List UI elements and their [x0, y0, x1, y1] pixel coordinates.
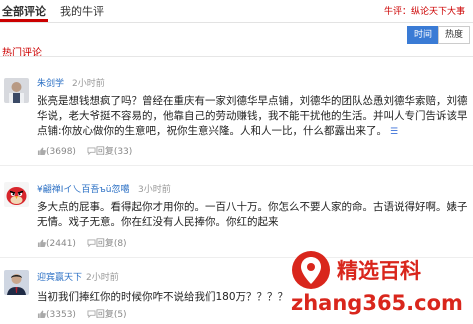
site-watermark: 精选百科 zhang365.com	[285, 246, 473, 320]
like-button[interactable]: (3698)	[37, 147, 76, 157]
comment-tabs: 全部评论 我的牛评 牛评：纵论天下大事	[0, 0, 473, 23]
reply-icon	[87, 310, 96, 318]
reply-button[interactable]: 回复(5)	[87, 307, 127, 320]
username[interactable]: 迎宾赢天下	[37, 270, 82, 283]
username[interactable]: ¥翩禅Ⅰイ乀百吾ъü忽噶	[37, 182, 129, 195]
avatar[interactable]	[4, 270, 29, 295]
watermark-brand: 精选百科	[337, 259, 421, 283]
reply-button[interactable]: 回复(8)	[87, 236, 127, 249]
timestamp: 2小时前	[86, 273, 119, 283]
comment-text: 张亮是想钱想疯了吗？曾经在重庆有一家刘德华早点铺，刘德华的团队怂恿刘德华索赔，刘…	[37, 95, 468, 137]
user-avatar-icon	[4, 270, 29, 295]
sort-by-time-button[interactable]: 时间	[407, 26, 439, 44]
username[interactable]: 朱剑学	[37, 76, 64, 89]
comment-divider	[0, 165, 473, 166]
sort-by-hot-button[interactable]: 热度	[438, 26, 470, 44]
active-tab-indicator	[0, 19, 48, 22]
timestamp: 2小时前	[72, 79, 105, 89]
thumbs-up-icon	[37, 147, 46, 155]
avatar[interactable]	[4, 182, 29, 207]
angry-bird-avatar-icon	[4, 182, 29, 207]
comment-text: 多大点的屁事。看得起你才用你的。一百八十万。你怎么不要人家的命。古语说得好啊。婊…	[37, 201, 468, 228]
watermark-logo-icon: 精选百科 zhang365.com	[291, 251, 463, 315]
comment-actions: (2441) 回复(8)	[37, 236, 127, 249]
user-avatar-icon	[4, 78, 29, 103]
avatar[interactable]	[4, 78, 29, 103]
expand-icon[interactable]: ☰	[390, 127, 398, 137]
reply-icon	[87, 239, 96, 247]
thumbs-up-icon	[37, 310, 46, 318]
thumbs-up-icon	[37, 239, 46, 247]
tab-all-comments[interactable]: 全部评论	[2, 3, 46, 19]
comment-actions: (3353) 回复(5)	[37, 307, 127, 320]
comment-actions: (3698) 回复(33)	[37, 144, 132, 157]
reply-button[interactable]: 回复(33)	[87, 144, 132, 157]
watermark-site: zhang365.com	[291, 291, 463, 315]
reply-icon	[87, 147, 96, 155]
like-button[interactable]: (2441)	[37, 239, 76, 249]
like-button[interactable]: (3353)	[37, 310, 76, 320]
sort-toggle: 时间 热度	[0, 26, 473, 44]
tab-my-comments[interactable]: 我的牛评	[60, 3, 104, 19]
section-divider	[0, 56, 473, 57]
timestamp: 3小时前	[138, 185, 171, 195]
header-link[interactable]: 牛评：纵论天下大事	[384, 4, 465, 17]
